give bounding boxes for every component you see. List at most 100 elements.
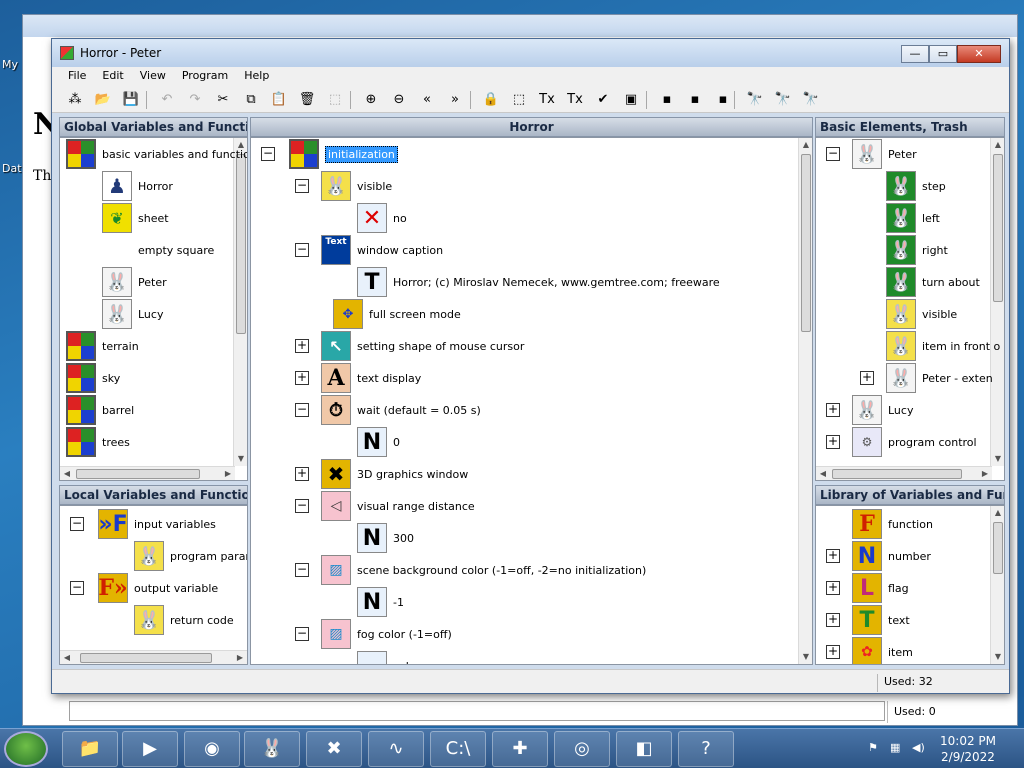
collapse-toggle[interactable]: − [261,147,275,161]
forward-icon[interactable]: » [446,91,464,109]
dotted-icon[interactable]: ⬚ [510,91,528,109]
tools-icon[interactable]: ✖ [306,731,362,767]
main-tree-item[interactable]: ◁ visual range distance [321,490,475,522]
expand-toggle[interactable]: + [295,371,309,385]
var3-icon[interactable]: ▪ [714,91,732,109]
menu-program[interactable]: Program [174,67,236,87]
open-icon[interactable]: 📂 [94,91,112,109]
basic-tree-item[interactable]: ⚙ program control [852,426,977,458]
find-next-icon[interactable]: 🔭 [774,91,792,109]
library-tree-item[interactable]: Ffunction [852,508,933,540]
basic-tree-item[interactable]: 🐰 Lucy [852,394,913,426]
collapse-toggle[interactable]: − [295,403,309,417]
paste-icon[interactable]: 📋 [270,91,288,109]
desktop-label[interactable]: My [2,58,18,71]
undo-icon[interactable]: ↶ [158,91,176,109]
global-tree-item[interactable]: basic variables and functio [66,138,247,170]
library-tree-item[interactable]: Lflag [852,572,909,604]
desktop-label[interactable]: Dat [2,162,22,175]
collapse-toggle[interactable]: − [295,627,309,641]
global-tree-item[interactable]: empty square [102,234,214,266]
collapse-toggle[interactable]: − [295,499,309,513]
main-tree-item[interactable]: ▨ fog color (-1=off) [321,618,452,650]
var1-icon[interactable]: ▪ [658,91,676,109]
basic-hscroll[interactable]: ◀ ▶ [816,466,992,480]
local-hscroll[interactable]: ◀ ▶ [60,650,247,664]
main-tree-item[interactable]: N 300 [357,522,414,554]
library-tree-item[interactable]: Ttext [852,604,910,636]
expand-toggle[interactable]: + [826,403,840,417]
collapse-toggle[interactable]: − [295,179,309,193]
local-tree-item[interactable]: 🐰 return code [134,604,234,636]
text-icon[interactable]: Tx [538,91,556,109]
network-icon[interactable]: ▦ [890,741,904,755]
collapse-toggle[interactable]: − [295,243,309,257]
basic-tree-item[interactable]: 🐰 Peter - exten [886,362,993,394]
main-tree-item[interactable]: ✕ no [357,202,407,234]
save-icon[interactable]: 💾 [122,91,140,109]
tree-icon[interactable]: ⁂ [66,91,84,109]
find-prev-icon[interactable]: 🔭 [802,91,820,109]
chrome-icon[interactable]: ◉ [184,731,240,767]
main-tree-item[interactable]: ▨ scene background color (-1=off, -2=no i… [321,554,646,586]
clock[interactable]: 10:02 PM 2/9/2022 [940,733,996,765]
expand-toggle[interactable]: + [295,467,309,481]
minimize-button[interactable]: — [901,45,929,63]
var2-icon[interactable]: ▪ [686,91,704,109]
edit-text-icon[interactable]: Tx [566,91,584,109]
select-all-icon[interactable]: ⬚ [326,91,344,109]
main-tree-item[interactable]: color [357,650,420,664]
library-vscroll[interactable]: ▲ ▼ [990,506,1004,664]
expand-toggle[interactable]: + [826,581,840,595]
start-button[interactable] [4,731,48,767]
main-tree-item[interactable]: ✖ 3D graphics window [321,458,468,490]
window-titlebar[interactable]: Horror - Peter [52,39,1009,67]
background-scrollbar[interactable] [69,701,885,721]
global-tree-item[interactable]: barrel [66,394,134,426]
expand-toggle[interactable]: + [860,371,874,385]
explorer-icon[interactable]: 📁 [62,731,118,767]
main-tree-item[interactable]: T Horror; (c) Miroslav Nemecek, www.gemtr… [357,266,720,298]
check-icon[interactable]: ✔ [594,91,612,109]
main-tree-item[interactable]: initialization [289,138,398,170]
expand-toggle[interactable]: + [295,339,309,353]
library-tree-item[interactable]: ✿ item [852,636,913,664]
local-tree-item[interactable]: 🐰 program parame [134,540,247,572]
main-tree-item[interactable]: ⏱ wait (default = 0.05 s) [321,394,481,426]
global-vscroll[interactable]: ▲ ▼ [233,138,247,466]
menu-view[interactable]: View [132,67,174,87]
basic-tree-item[interactable]: 🐰 turn about [886,266,980,298]
film-icon[interactable]: ◎ [554,731,610,767]
global-tree-item[interactable]: terrain [66,330,139,362]
global-tree-item[interactable]: trees [66,426,130,458]
cut-icon[interactable]: ✂ [214,91,232,109]
basic-tree-item[interactable]: 🐰 right [886,234,948,266]
menu-file[interactable]: File [60,67,94,87]
basic-tree-item[interactable]: 🐰 item in front o [886,330,1000,362]
collapse-toggle[interactable]: − [70,581,84,595]
menu-edit[interactable]: Edit [94,67,131,87]
flag-icon[interactable]: ⚑ [868,741,882,755]
oscilloscope-icon[interactable]: ∿ [368,731,424,767]
collapse-toggle[interactable]: − [70,517,84,531]
local-tree-item[interactable]: F» output variable [98,572,218,604]
global-tree-item[interactable]: 🐰 Peter [102,266,167,298]
menu-help[interactable]: Help [236,67,277,87]
main-tree-item[interactable]: N0 [357,426,400,458]
screen-icon[interactable]: ▣ [622,91,640,109]
back-icon[interactable]: « [418,91,436,109]
close-button[interactable]: ✕ [957,45,1001,63]
collapse-toggle[interactable]: − [826,147,840,161]
global-tree-item[interactable]: sky [66,362,120,394]
basic-tree-item[interactable]: 🐰 left [886,202,940,234]
expand-toggle[interactable]: + [826,549,840,563]
folder-icon[interactable]: ◧ [616,731,672,767]
cmd-icon[interactable]: C:\ [430,731,486,767]
peter-icon[interactable]: 🐰 [244,731,300,767]
puzzle-icon[interactable]: ✚ [492,731,548,767]
global-tree-item[interactable]: ❦ sheet [102,202,169,234]
main-vscroll[interactable]: ▲ ▼ [798,138,812,664]
main-tree-item[interactable]: ↖ setting shape of mouse cursor [321,330,524,362]
collapse-toggle[interactable]: − [295,563,309,577]
basic-tree-item[interactable]: 🐰 step [886,170,946,202]
